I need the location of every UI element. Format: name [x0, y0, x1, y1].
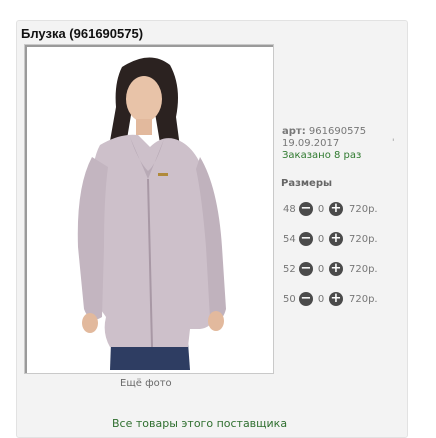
size-quantity: 0 [317, 233, 325, 245]
size-label: 52 [283, 263, 296, 275]
article-value: 961690575 [308, 126, 367, 137]
plus-icon[interactable]: + [329, 292, 343, 306]
product-title: Блузка (961690575) [21, 26, 144, 41]
product-date: 19.09.2017 [282, 138, 340, 149]
size-label: 50 [283, 293, 296, 305]
size-quantity: 0 [317, 203, 325, 215]
size-price: 720р. [349, 293, 378, 305]
supplier-products-link[interactable]: Все товары этого поставщика [112, 417, 287, 430]
more-photos-link[interactable]: Ещё фото [120, 378, 172, 389]
plus-icon[interactable]: + [329, 232, 343, 246]
tick-mark: ' [392, 138, 395, 148]
sizes-header: Размеры [281, 178, 333, 189]
minus-icon[interactable]: − [299, 262, 313, 276]
size-price: 720р. [349, 233, 378, 245]
minus-icon[interactable]: − [299, 232, 313, 246]
size-price: 720р. [349, 263, 378, 275]
size-row: 52 − 0 + 720р. [283, 261, 378, 277]
plus-icon[interactable]: + [329, 202, 343, 216]
size-row: 50 − 0 + 720р. [283, 291, 378, 307]
ordered-count: Заказано 8 раз [282, 150, 362, 161]
size-price: 720р. [349, 203, 378, 215]
article-label: арт: [282, 126, 306, 137]
size-label: 54 [283, 233, 296, 245]
minus-icon[interactable]: − [299, 202, 313, 216]
product-info: арт: 961690575 19.09.2017 Заказано 8 раз [282, 126, 366, 162]
product-photo[interactable] [30, 47, 268, 370]
size-row: 54 − 0 + 720р. [283, 231, 378, 247]
minus-icon[interactable]: − [299, 292, 313, 306]
size-quantity: 0 [317, 293, 325, 305]
size-label: 48 [283, 203, 296, 215]
size-row: 48 − 0 + 720р. [283, 201, 378, 217]
article-line: арт: 961690575 [282, 126, 366, 138]
size-quantity: 0 [317, 263, 325, 275]
plus-icon[interactable]: + [329, 262, 343, 276]
